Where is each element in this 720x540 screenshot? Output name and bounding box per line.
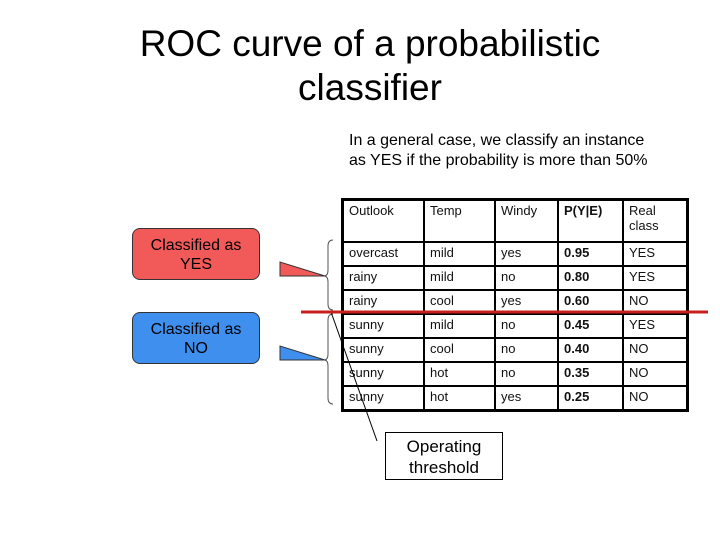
classified-no-callout: Classified as NO (132, 312, 260, 364)
callout-no-line-1: Classified as (150, 321, 242, 338)
annotation-overlay (279, 239, 708, 442)
threshold-line-1: Operating (406, 437, 482, 456)
threshold-pointer-line (330, 311, 378, 442)
no-group-brace (323, 313, 334, 405)
operating-threshold-label: Operating threshold (385, 432, 503, 480)
callout-no-line-2: NO (184, 340, 208, 357)
threshold-line-2: threshold (409, 458, 479, 477)
classified-yes-callout: Classified as YES (132, 228, 260, 280)
callout-yes-line-2: YES (179, 256, 212, 273)
yes-group-brace (323, 239, 334, 311)
no-callout-tail (279, 345, 326, 361)
callout-yes-line-1: Classified as (150, 237, 242, 254)
yes-callout-tail (279, 261, 326, 277)
